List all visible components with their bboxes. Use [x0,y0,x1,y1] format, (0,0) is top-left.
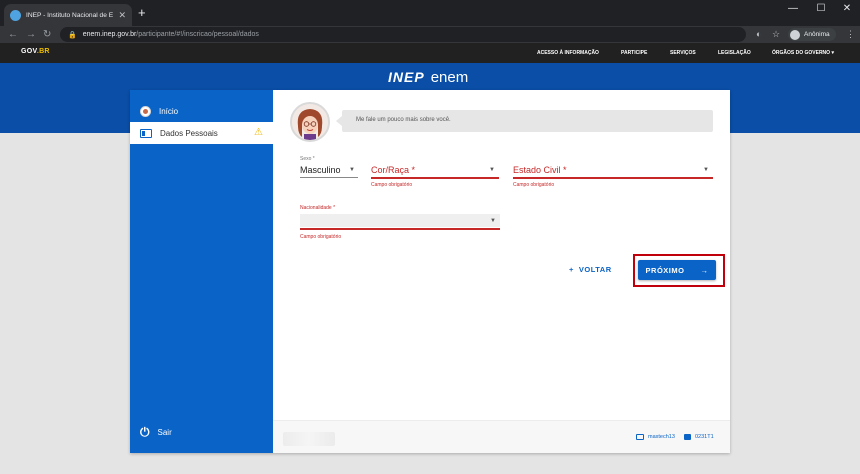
chevron-down-icon: ▼ [490,218,496,224]
sexo-label: Sexo * [300,156,315,162]
registration-card: Início Dados Pessoais ⚠ ⏻ Sair Me fale u… [130,90,730,453]
plus-icon: + [569,265,574,274]
chevron-down-icon: ▼ [349,167,355,173]
cor-raca-underline [371,177,499,179]
proximo-button[interactable]: PRÓXIMO → [638,260,716,280]
sexo-value: Masculino [300,165,341,175]
form-content: Me fale um pouco mais sobre você. Sexo *… [273,90,730,453]
sexo-underline [300,177,358,178]
gov-link-legislacao[interactable]: LEGISLAÇÃO [718,50,751,56]
url-path: /participante/#!/inscricao/pessoal/dados [136,31,259,38]
sidebar: Início Dados Pessoais ⚠ ⏻ Sair [130,90,273,453]
power-icon: ⏻ [140,424,150,439]
forward-arrow-icon[interactable]: → [26,27,36,42]
estado-civil-underline [513,177,713,179]
logout-label: Sair [157,427,172,437]
profile-chip[interactable]: Anônima [788,28,836,41]
url-host: enem.inep.gov.br [82,31,137,38]
brand-inep: INEP [388,69,425,85]
nacionalidade-error: Campo obrigatório [300,234,342,240]
sidebar-item-label: Dados Pessoais [160,128,218,138]
card-footer: maxtech13 0231T1 [273,420,730,453]
sidebar-item-inicio[interactable]: Início [130,100,273,122]
back-arrow-icon[interactable]: ← [8,27,18,42]
card-icon [684,434,691,440]
minimize-button[interactable]: — [780,3,806,14]
gov-link-orgaos-label: ÓRGÃOS DO GOVERNO [772,50,831,56]
blurred-info [283,432,335,446]
nacionalidade-input-bg [300,214,500,227]
sidebar-item-sair[interactable]: ⏻ Sair [130,421,273,443]
inep-favicon-icon [10,9,21,21]
inep-enem-logo: INEP enem [388,69,468,86]
cor-raca-select[interactable]: Cor/Raça * ▼ Campo obrigatório [371,156,499,190]
sexo-select[interactable]: Sexo * Masculino ▼ [300,156,358,190]
browser-toolbar: ← → ↻ 🔒 enem.inep.gov.br/participante/#!… [0,26,860,43]
avatar-icon [140,105,151,117]
estado-civil-error: Campo obrigatório [513,182,555,188]
browser-tabstrip: INEP - Instituto Nacional de Est... ✕ + … [0,0,860,26]
gov-link-participe[interactable]: PARTICIPE [621,50,647,56]
gov-bar: GOV.BR ACESSO À INFORMAÇÃO PARTICIPE SER… [0,43,860,63]
browser-tab[interactable]: INEP - Instituto Nacional de Est... ✕ [4,4,132,26]
cor-raca-label: Cor/Raça * [371,165,416,175]
estado-civil-select[interactable]: Estado Civil * ▼ Campo obrigatório [513,156,713,190]
sidebar-item-dados-pessoais[interactable]: Dados Pessoais ⚠ [130,122,273,144]
nacionalidade-select[interactable]: Nacionalidade * ▼ Campo obrigatório [300,205,500,241]
brand-enem: enem [430,69,469,86]
maximize-button[interactable]: ☐ [808,3,834,14]
sidebar-item-label: Início [159,106,179,116]
gov-logo-text: GOV [21,48,37,55]
chevron-down-icon: ▼ [489,167,495,173]
bookmark-star-icon[interactable]: ☆ [772,28,780,41]
monitor-icon [636,434,644,440]
lock-icon: 🔒 [68,31,77,39]
nacionalidade-label: Nacionalidade * [300,205,336,211]
reload-icon[interactable]: ↻ [43,27,51,42]
machine-label: maxtech13 [648,434,675,440]
tab-title: INEP - Instituto Nacional de Est... [26,11,114,19]
warning-icon: ⚠ [254,127,263,138]
assistant-message: Me fale um pouco mais sobre você. [356,117,451,123]
nacionalidade-underline [300,228,500,230]
voltar-label: VOLTAR [578,265,612,274]
gov-br-logo[interactable]: GOV.BR [21,48,50,55]
gov-link-orgaos[interactable]: ÓRGÃOS DO GOVERNO ▾ [772,50,834,56]
profile-avatar-icon [790,29,800,40]
voltar-button[interactable]: + VOLTAR [569,265,612,274]
chevron-down-icon: ▼ [703,167,709,173]
close-tab-icon[interactable]: ✕ [118,10,126,21]
menu-kebab-icon[interactable]: ⋮ [846,28,855,41]
profile-label: Anônima [804,31,830,38]
code-info: 0231T1 [684,434,714,440]
assistant-avatar [290,102,330,142]
new-tab-button[interactable]: + [138,5,146,21]
close-window-button[interactable]: ✕ [834,3,860,14]
gov-link-servicos[interactable]: SERVIÇOS [670,50,696,56]
assistant-face-icon [292,104,328,140]
proximo-label: PRÓXIMO [645,265,685,275]
incognito-icon[interactable]: ◐ [756,28,761,41]
address-bar[interactable]: 🔒 enem.inep.gov.br/participante/#!/inscr… [60,27,746,42]
arrow-right-icon: → [700,265,709,275]
estado-civil-label: Estado Civil * [513,165,567,175]
cor-raca-error: Campo obrigatório [371,182,413,188]
id-card-icon [140,128,152,138]
machine-info: maxtech13 [636,434,675,440]
url-text: enem.inep.gov.br/participante/#!/inscric… [83,31,259,38]
gov-logo-br: .BR [36,48,50,55]
code-label: 0231T1 [695,434,714,440]
assistant-speech-bubble: Me fale um pouco mais sobre você. [336,110,713,132]
gov-link-acesso[interactable]: ACESSO À INFORMAÇÃO [537,50,599,56]
